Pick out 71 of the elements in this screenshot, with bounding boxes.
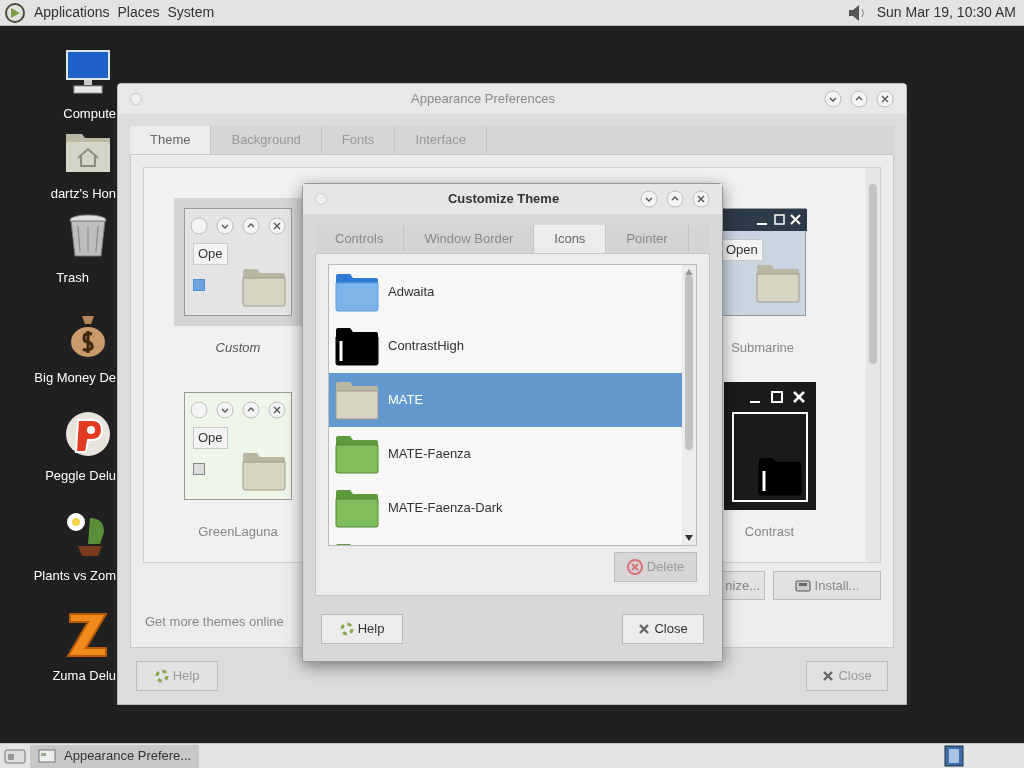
desktop-icon-label[interactable]: Compute [63, 104, 116, 124]
close-icon[interactable] [692, 190, 710, 208]
close-button[interactable]: Close [622, 614, 704, 644]
delete-icon [626, 559, 643, 575]
menu-item[interactable]: Places [117, 2, 160, 23]
close-icon [822, 670, 835, 682]
scrollbar[interactable] [682, 265, 696, 545]
icon-theme-row[interactable]: MATE-Faenza-Dark [329, 481, 682, 535]
window-title: Appearance Preferences [410, 90, 556, 109]
folder-icon [241, 450, 287, 491]
mate-logo-icon[interactable] [4, 1, 26, 24]
theme-preview[interactable]: Ope [174, 198, 302, 326]
lifebuoy-icon [154, 669, 169, 683]
show-desktop-icon[interactable] [4, 747, 26, 765]
theme-name: Custom [215, 339, 261, 357]
desktop-icon-label[interactable]: Zuma Delu [52, 666, 116, 686]
folder-icon [335, 434, 379, 474]
scroll-down-icon[interactable] [685, 535, 693, 541]
folder-icon [335, 272, 379, 312]
preview-button: Ope [193, 243, 228, 265]
lifebuoy-icon [339, 622, 354, 636]
folder-icon [335, 380, 379, 420]
preview-button: Open [721, 239, 763, 261]
taskbar-button[interactable]: Appearance Prefere... [30, 744, 200, 768]
drive-icon [794, 579, 811, 592]
folder-icon [241, 267, 287, 307]
theme-name: Submarine [731, 339, 795, 357]
tab[interactable]: Theme [130, 126, 212, 154]
theme-name: GreenLaguna [198, 522, 278, 541]
icon-theme-name: ContrastHigh [388, 337, 464, 356]
menu-item[interactable]: Applications [34, 2, 110, 23]
window-icon [38, 749, 56, 763]
minimize-icon[interactable] [216, 400, 234, 419]
desktop-icon-label[interactable]: dartz's Hon [50, 184, 116, 204]
minimize-icon[interactable] [640, 190, 658, 208]
desktop-icon-label[interactable]: Peggle Delu [45, 466, 116, 486]
close-icon[interactable] [268, 217, 286, 235]
clock[interactable]: Sun Mar 19, 10:30 AM [876, 2, 1020, 23]
icon-theme-name: MATE-Faenza [388, 445, 471, 464]
dialog-title: Customize Theme [446, 190, 561, 209]
icon-theme-name: MATE [388, 391, 424, 410]
checkbox-icon [193, 279, 205, 291]
close-icon[interactable] [268, 400, 286, 419]
icon-theme-row[interactable]: ContrastHigh [329, 319, 682, 373]
workspace-switcher-icon[interactable] [944, 745, 964, 767]
peggle-icon [64, 410, 112, 458]
desktop-icon-label[interactable]: Big Money De [34, 368, 116, 388]
close-icon [638, 623, 651, 635]
theme-name: Contrast [744, 522, 795, 541]
window-controls-icon [748, 389, 808, 404]
folder-icon [755, 263, 801, 303]
tab[interactable]: Icons [534, 225, 607, 253]
checkbox-icon [193, 462, 205, 475]
folder-icon [758, 455, 802, 496]
close-icon[interactable] [876, 90, 894, 108]
icon-theme-name: Adwaita [388, 283, 435, 302]
minimize-icon[interactable] [216, 217, 234, 235]
desktop-icon-label[interactable]: Trash [56, 268, 89, 288]
preview-button: Ope [193, 426, 228, 449]
folder-icon [335, 326, 379, 366]
menu-item[interactable]: System [167, 2, 215, 23]
icon-theme-name: MATE-Faenza-Dark [388, 499, 503, 518]
icon-theme-row[interactable]: MATE-Faenza [329, 427, 682, 481]
help-button[interactable]: Help [321, 614, 403, 644]
minimize-icon[interactable] [824, 90, 842, 108]
theme-preview[interactable] [724, 381, 816, 510]
computer-icon [64, 48, 112, 96]
folder-icon [335, 488, 379, 528]
desktop-icon-label[interactable]: Plants vs Zom [33, 566, 116, 586]
icon-theme-row[interactable]: Adwaita [329, 265, 682, 319]
scrollbar[interactable] [866, 168, 880, 562]
